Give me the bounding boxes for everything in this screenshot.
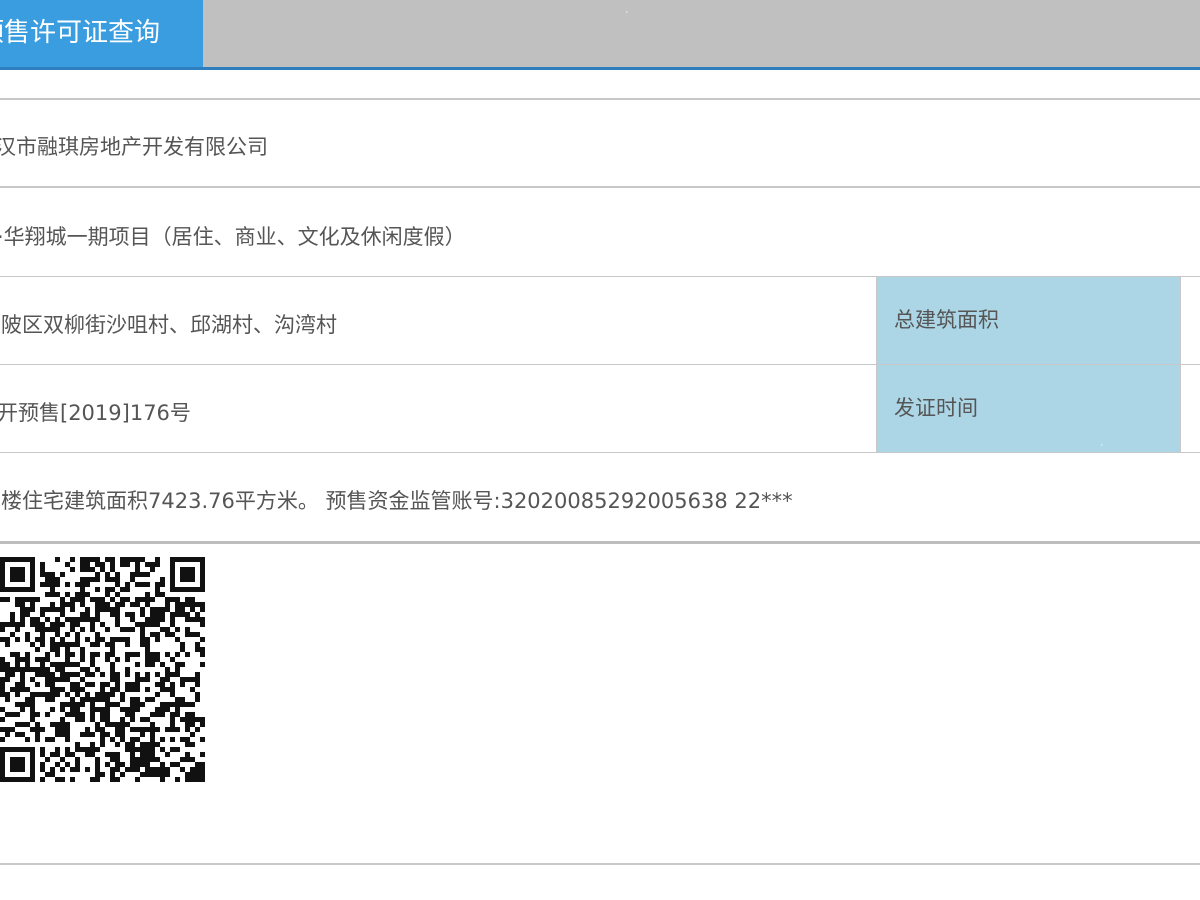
developer-value: 武汉市融琪房地产开发有限公司 bbox=[0, 135, 268, 159]
permit-no-value: 武房开预售[2019]176号 bbox=[0, 401, 191, 425]
cell-border bbox=[1180, 277, 1181, 452]
tab-permit-query[interactable]: 预售许可证查询 bbox=[0, 0, 203, 68]
tab-underline bbox=[0, 67, 1200, 70]
cell-border bbox=[876, 277, 877, 452]
issue-date-label-cell: 发证时间 bbox=[877, 365, 1180, 452]
issue-date-label: 发证时间 bbox=[894, 396, 978, 420]
project-value: 華彩·华翔城一期项目（居住、商业、文化及休闲度假） bbox=[0, 225, 466, 249]
divider bbox=[0, 541, 1200, 544]
total-area-label-cell: 总建筑面积 bbox=[877, 277, 1180, 364]
total-area-label: 总建筑面积 bbox=[894, 308, 999, 332]
remark-value: 本楼住宅建筑面积7423.76平方米。 预售资金监管账号:32020085292… bbox=[0, 489, 793, 513]
divider bbox=[0, 452, 1200, 453]
tab-permit-query-label: 预售许可证查询 bbox=[0, 18, 161, 48]
divider bbox=[0, 186, 1200, 188]
location-value: 黄陂区双柳街沙咀村、邱湖村、沟湾村 bbox=[0, 313, 337, 337]
divider bbox=[0, 98, 1200, 100]
divider bbox=[0, 863, 1200, 865]
qr-code-icon bbox=[0, 557, 205, 782]
